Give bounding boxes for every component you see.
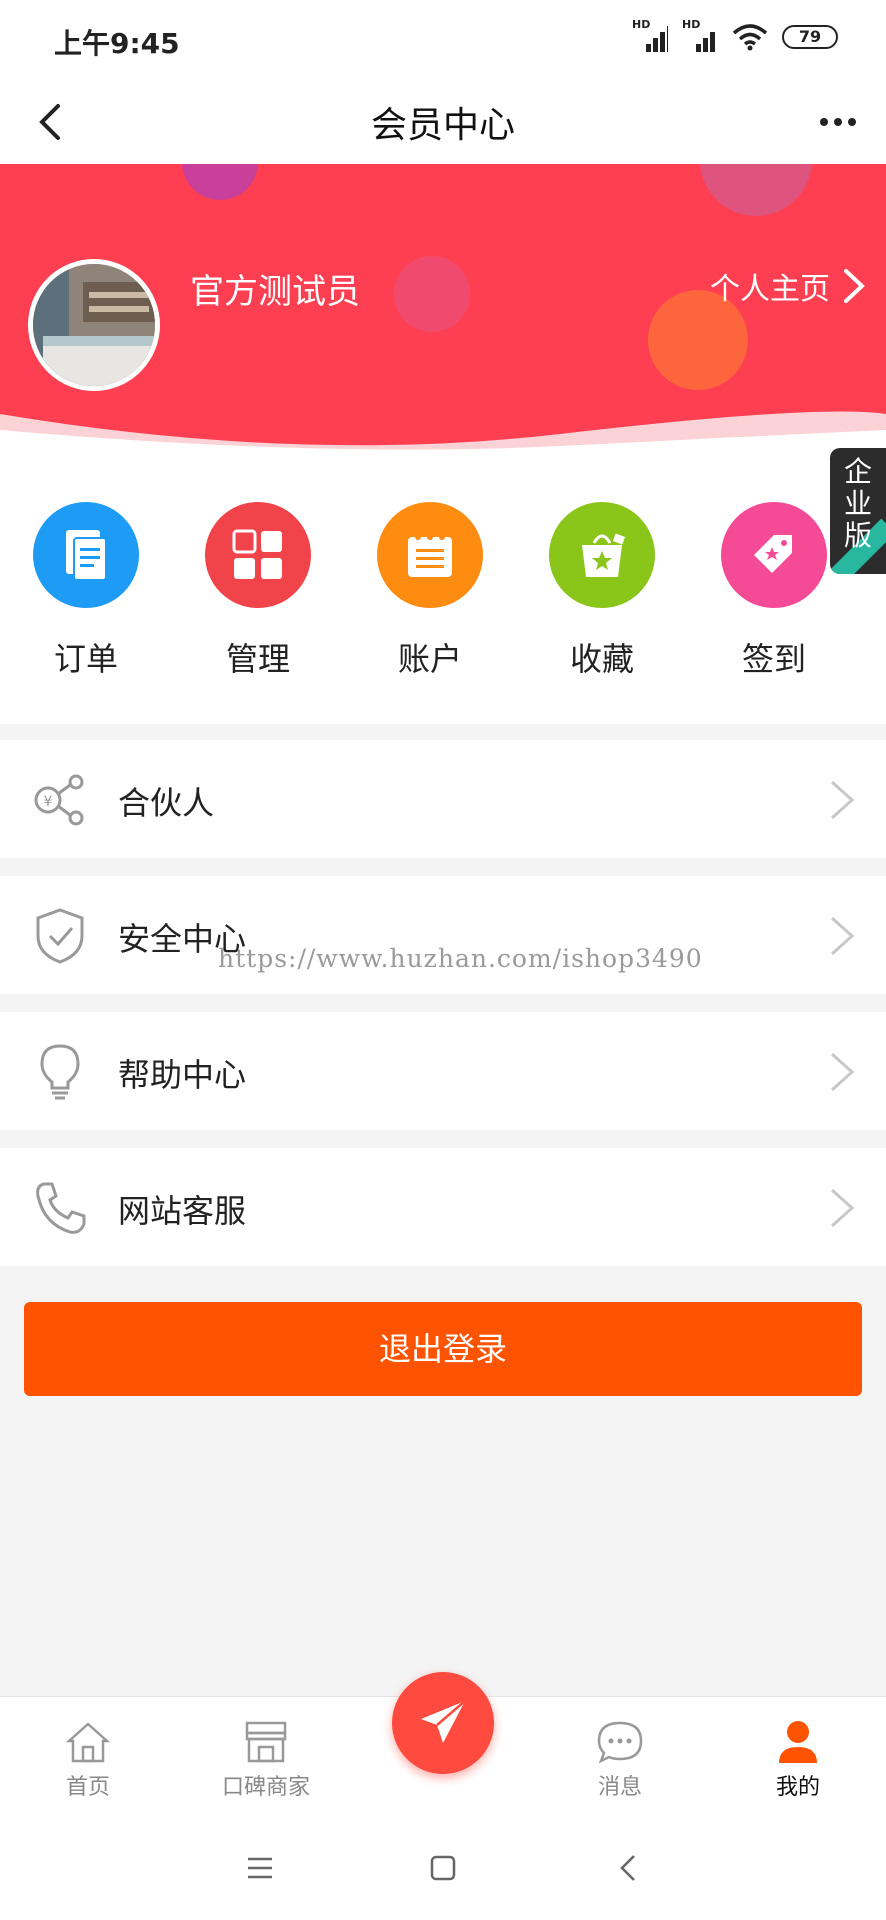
page-title: 会员中心	[370, 105, 515, 146]
decor-bubble	[700, 164, 812, 216]
tab-messages[interactable]: 消息	[550, 1719, 690, 1801]
svg-text:¥: ¥	[44, 794, 53, 810]
signal-icon: HD	[632, 18, 668, 52]
decor-bubble	[394, 256, 470, 332]
chevron-right-icon	[844, 269, 865, 303]
member-center-screen: 上午9:45 HD HD 79 会员中心 官方测试员 个人主页 订单 管理 账户…	[0, 0, 886, 1920]
menu-label: 合伙人	[118, 784, 215, 822]
quick-action-favorites[interactable]: 收藏	[516, 454, 688, 724]
tab-home[interactable]: 首页	[18, 1719, 158, 1801]
home-square-icon[interactable]	[425, 1850, 461, 1886]
center-action-button[interactable]	[392, 1672, 494, 1774]
quick-action-account[interactable]: 账户	[344, 454, 516, 724]
tab-label: 首页	[65, 1775, 110, 1800]
enterprise-label: 企业版	[844, 455, 873, 552]
quick-action-manage[interactable]: 管理	[172, 454, 344, 724]
share-network-icon: ¥	[34, 774, 84, 826]
paper-plane-icon	[421, 1700, 466, 1743]
account-notepad-icon	[377, 502, 483, 608]
nav-bar: 会员中心	[0, 80, 886, 164]
profile-banner: 官方测试员 个人主页	[0, 164, 886, 454]
status-icons: HD HD 79	[632, 18, 838, 52]
menu-label: 网站客服	[118, 1192, 247, 1230]
logout-button[interactable]: 退出登录	[24, 1302, 862, 1396]
quick-action-label: 收藏	[569, 640, 634, 678]
signal-hd-label: HD	[632, 18, 651, 31]
tab-merchants[interactable]: 口碑商家	[196, 1719, 336, 1801]
watermark-text: https://www.huzhan.com/ishop3490	[218, 944, 703, 973]
menu-row-customer-service[interactable]: 网站客服	[0, 1148, 886, 1266]
username: 官方测试员	[190, 272, 360, 312]
menu-lines-icon[interactable]	[242, 1850, 278, 1886]
status-time: 上午9:45	[54, 27, 180, 60]
tab-label: 我的	[775, 1775, 820, 1800]
signal-hd-label: HD	[682, 18, 701, 31]
lightbulb-icon	[40, 1044, 80, 1100]
menu-row-help[interactable]: 帮助中心	[0, 1012, 886, 1130]
back-chevron-icon[interactable]	[612, 1850, 648, 1886]
tab-label: 口碑商家	[221, 1775, 310, 1800]
phone-icon	[36, 1182, 86, 1234]
avatar[interactable]	[28, 259, 160, 391]
chat-bubble-icon	[597, 1721, 643, 1764]
chevron-right-icon	[830, 1188, 855, 1228]
home-icon	[65, 1722, 111, 1763]
battery-indicator: 79	[782, 25, 838, 49]
quick-action-label: 管理	[225, 640, 290, 678]
homepage-label: 个人主页	[710, 272, 830, 307]
quick-action-label: 签到	[741, 640, 806, 678]
banner-wave	[0, 411, 886, 454]
menu-row-security[interactable]: 安全中心	[0, 876, 886, 994]
tab-mine[interactable]: 我的	[728, 1719, 868, 1801]
shopping-bag-star-icon	[549, 502, 655, 608]
avatar-photo	[33, 264, 155, 386]
menu-label: 帮助中心	[118, 1056, 247, 1094]
decor-bubble	[182, 164, 258, 200]
enterprise-badge[interactable]: 企业版	[830, 448, 886, 574]
quick-action-label: 账户	[397, 640, 462, 678]
status-bar: 上午9:45 HD HD 79	[0, 0, 886, 80]
order-document-icon	[33, 502, 139, 608]
signal-icon: HD	[682, 18, 718, 52]
tab-label: 消息	[597, 1775, 642, 1800]
more-dots-icon[interactable]	[816, 106, 860, 138]
quick-action-orders[interactable]: 订单	[0, 454, 172, 724]
grid-manage-icon	[205, 502, 311, 608]
chevron-right-icon	[830, 916, 855, 956]
quick-action-label: 订单	[53, 640, 118, 678]
homepage-link[interactable]: 个人主页	[710, 264, 866, 308]
menu-row-partner[interactable]: ¥ 合伙人	[0, 740, 886, 858]
store-icon	[245, 1721, 287, 1763]
ticket-star-icon	[721, 502, 827, 608]
shield-check-icon	[36, 908, 84, 964]
user-icon	[779, 1721, 817, 1763]
chevron-right-icon	[830, 1052, 855, 1092]
chevron-right-icon	[830, 780, 855, 820]
wifi-icon	[732, 24, 768, 51]
system-nav-bar	[0, 1814, 886, 1920]
quick-actions: 订单 管理 账户 收藏 签到	[0, 454, 886, 724]
